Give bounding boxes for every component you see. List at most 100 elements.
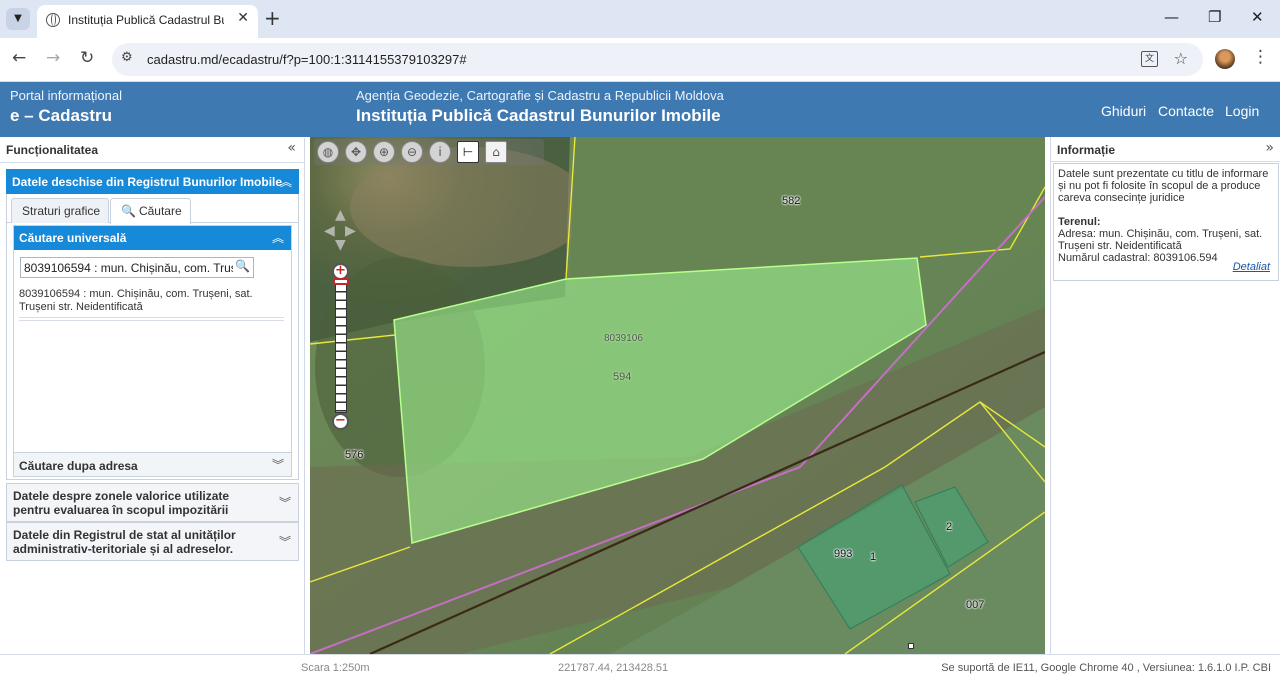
agency-name: Agenția Geodezie, Cartografie și Cadastr… bbox=[356, 88, 724, 103]
search-by-address-header[interactable]: Căutare dupa adresa ︾ bbox=[14, 452, 291, 476]
pan-up-icon[interactable]: ▲ bbox=[335, 207, 346, 223]
pan-left-icon[interactable]: ◀ bbox=[324, 223, 335, 239]
tab-search-label: Căutare bbox=[138, 204, 182, 218]
pan-control[interactable]: ▲ ◀ ▶ ▼ bbox=[324, 207, 358, 255]
chevron-down-icon[interactable]: ︾ bbox=[272, 456, 284, 473]
portal-header: Portal informațional e – Cadastru Agenți… bbox=[0, 82, 1280, 137]
close-tab-icon[interactable]: ✕ bbox=[237, 10, 249, 26]
zoom-bar: + − bbox=[332, 263, 350, 430]
status-bar: Scara 1:250m 221787.44, 213428.51 Se sup… bbox=[0, 654, 1280, 683]
map-scale: Scara 1:250m bbox=[301, 662, 370, 674]
support-version-text: Se suportă de IE11, Google Chrome 40 , V… bbox=[941, 662, 1271, 674]
tab-search[interactable]: 🔍 Căutare bbox=[110, 198, 191, 224]
globe-icon bbox=[46, 13, 60, 27]
open-data-section-label: Datele deschise din Registrul Bunurilor … bbox=[12, 175, 283, 189]
search-result-item[interactable]: 8039106594 : mun. Chișinău, com. Trușeni… bbox=[19, 288, 284, 318]
chevron-up-icon[interactable]: ︽ bbox=[272, 229, 284, 246]
translate-icon[interactable]: 文 bbox=[1141, 51, 1158, 67]
close-window-icon[interactable]: ✕ bbox=[1251, 8, 1264, 26]
functionality-panel-header: Funcționalitatea « bbox=[0, 138, 305, 163]
chevron-down-icon[interactable]: ︾ bbox=[279, 494, 291, 511]
information-panel: Informație » Datele sunt prezentate cu t… bbox=[1050, 137, 1280, 654]
tab-layers[interactable]: Straturi grafice bbox=[11, 198, 110, 223]
address-line-2: Trușeni str. Neidentificată bbox=[1058, 240, 1182, 252]
label-parcel-007: 007 bbox=[966, 599, 985, 611]
institution-name: Instituția Publică Cadastrul Bunurilor I… bbox=[356, 106, 721, 125]
disclaimer-text: Datele sunt prezentate cu titlu de infor… bbox=[1058, 168, 1269, 204]
open-data-section-header[interactable]: Datele deschise din Registrul Bunurilor … bbox=[6, 169, 299, 194]
minimize-icon[interactable]: — bbox=[1164, 8, 1179, 26]
zoom-in-icon[interactable]: ⊕ bbox=[373, 141, 395, 163]
chevron-down-icon[interactable]: ︾ bbox=[279, 533, 291, 550]
portal-name: Portal informațional bbox=[10, 88, 122, 103]
admin-units-section-header[interactable]: Datele din Registrul de stat al unitățil… bbox=[6, 522, 299, 561]
result-divider bbox=[19, 320, 284, 321]
universal-search-header[interactable]: Căutare universală ︽ bbox=[14, 226, 291, 250]
label-parcel-576: 576 bbox=[345, 449, 364, 461]
collapse-right-icon[interactable]: » bbox=[1265, 140, 1274, 156]
pan-down-icon[interactable]: ▼ bbox=[335, 237, 346, 253]
new-tab-plus-icon[interactable]: + bbox=[264, 6, 281, 30]
zoom-track[interactable] bbox=[335, 283, 347, 413]
profile-avatar[interactable] bbox=[1215, 49, 1235, 69]
zoom-slider-handle[interactable] bbox=[333, 278, 349, 285]
label-cadastral-8039106: 8039106 bbox=[604, 333, 643, 344]
link-contacte[interactable]: Contacte bbox=[1158, 103, 1214, 119]
browser-menu-icon[interactable]: ⋮ bbox=[1252, 47, 1269, 67]
cursor-coordinates: 221787.44, 213428.51 bbox=[558, 662, 669, 674]
browser-tab-bar: ▼ Instituția Publică Cadastrul Bunurilor… bbox=[0, 0, 1280, 38]
address-line-1: Adresa: mun. Chișinău, com. Trușeni, sat… bbox=[1058, 228, 1263, 240]
tab-strip: Straturi grafice 🔍 Căutare bbox=[7, 194, 298, 224]
universal-search-title: Căutare universală bbox=[19, 231, 127, 245]
measure-area-icon[interactable]: ⌂ bbox=[485, 141, 507, 163]
portal-brand[interactable]: e – Cadastru bbox=[10, 106, 112, 126]
search-input[interactable] bbox=[21, 258, 233, 277]
pan-icon[interactable]: ✥ bbox=[345, 141, 367, 163]
label-parcel-993: 993 bbox=[834, 548, 853, 560]
map-toolbar: ◍ ✥ ⊕ ⊖ i ⊢ ⌂ bbox=[314, 139, 544, 165]
collapse-left-icon[interactable]: « bbox=[287, 140, 296, 156]
search-icon[interactable]: 🔍 bbox=[235, 259, 250, 273]
value-zones-section-label: Datele despre zonele valorice utilizate … bbox=[13, 489, 230, 517]
search-field: 🔍 bbox=[20, 257, 254, 278]
pan-right-icon[interactable]: ▶ bbox=[345, 223, 356, 239]
map-viewport[interactable]: ◍ ✥ ⊕ ⊖ i ⊢ ⌂ ▲ ◀ ▶ ▼ + − 582 8039106 59… bbox=[310, 137, 1045, 654]
tab-title: Instituția Publică Cadastrul Bunurilor I… bbox=[68, 13, 224, 27]
address-bar[interactable]: ⚙ cadastru.md/ecadastru/f?p=100:1:311415… bbox=[112, 43, 1203, 76]
information-panel-header: Informație » bbox=[1051, 137, 1280, 162]
satellite-imagery bbox=[310, 137, 1045, 654]
detail-link[interactable]: Detaliat bbox=[1233, 261, 1270, 273]
open-data-section-body: Straturi grafice 🔍 Căutare Căutare univer… bbox=[6, 194, 299, 480]
universal-search-box: Căutare universală ︽ 🔍 8039106594 : mun.… bbox=[13, 225, 292, 477]
info-icon[interactable]: i bbox=[429, 141, 451, 163]
label-building-2: 2 bbox=[946, 521, 953, 533]
zoom-out-icon[interactable]: ⊖ bbox=[401, 141, 423, 163]
label-building-1: 1 bbox=[870, 551, 877, 563]
link-ghiduri[interactable]: Ghiduri bbox=[1101, 103, 1146, 119]
value-zones-section-header[interactable]: Datele despre zonele valorice utilizate … bbox=[6, 483, 299, 522]
reload-icon[interactable]: ↻ bbox=[80, 48, 94, 68]
information-box: Datele sunt prezentate cu titlu de infor… bbox=[1053, 163, 1279, 281]
chevron-up-icon[interactable]: ︽ bbox=[280, 173, 292, 190]
map-point-marker[interactable] bbox=[908, 643, 914, 649]
measure-distance-icon[interactable]: ⊢ bbox=[457, 141, 479, 163]
link-login[interactable]: Login bbox=[1225, 103, 1259, 119]
functionality-panel: Funcționalitatea « Datele deschise din R… bbox=[0, 138, 305, 654]
tab-list-chevron-icon[interactable]: ▼ bbox=[6, 8, 30, 30]
url-text[interactable]: cadastru.md/ecadastru/f?p=100:1:31141553… bbox=[147, 52, 467, 67]
site-info-icon[interactable]: ⚙ bbox=[121, 50, 133, 65]
panel-title: Funcționalitatea bbox=[6, 143, 99, 157]
browser-tab[interactable]: Instituția Publică Cadastrul Bunurilor I… bbox=[37, 5, 258, 38]
globe-icon[interactable]: ◍ bbox=[317, 141, 339, 163]
restore-icon[interactable]: ❐ bbox=[1208, 8, 1221, 26]
zoom-minus-button[interactable]: − bbox=[332, 413, 349, 430]
tab-layers-label: Straturi grafice bbox=[22, 204, 101, 218]
land-subtitle: Terenul: bbox=[1058, 216, 1101, 228]
search-icon: 🔍 bbox=[121, 204, 136, 218]
browser-toolbar: ← → ↻ ⚙ cadastru.md/ecadastru/f?p=100:1:… bbox=[0, 38, 1280, 82]
back-arrow-icon[interactable]: ← bbox=[12, 48, 26, 68]
forward-arrow-icon[interactable]: → bbox=[46, 48, 60, 68]
admin-units-section-label: Datele din Registrul de stat al unitățil… bbox=[13, 528, 236, 556]
bookmark-star-icon[interactable]: ☆ bbox=[1174, 49, 1188, 68]
search-by-address-label: Căutare dupa adresa bbox=[19, 459, 138, 473]
